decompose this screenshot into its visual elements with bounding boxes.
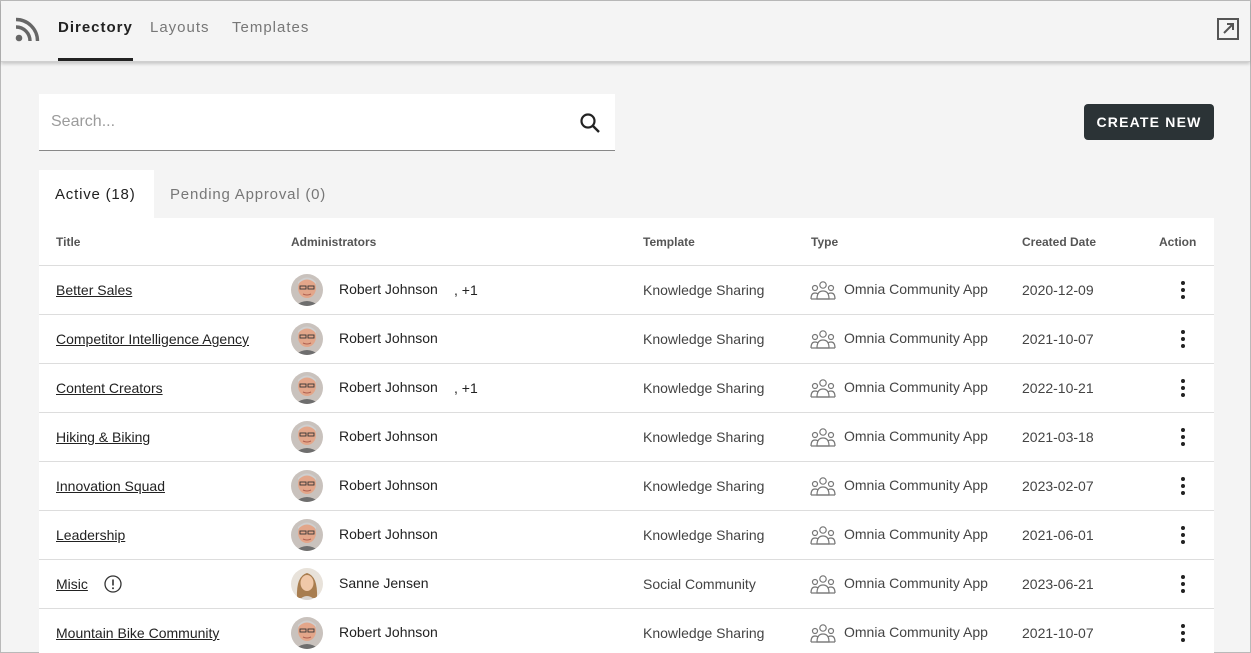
community-group-icon xyxy=(810,476,836,498)
community-table: Title Administrators Template Type Creat… xyxy=(39,218,1214,653)
open-in-new-icon[interactable] xyxy=(1216,17,1240,41)
more-vert-icon[interactable] xyxy=(1175,623,1191,643)
search-input[interactable] xyxy=(51,111,571,133)
header-administrators: Administrators xyxy=(291,235,377,249)
more-vert-icon[interactable] xyxy=(1175,476,1191,496)
administrator-name[interactable]: Robert Johnson xyxy=(339,526,438,542)
table-row: Mountain Bike Community Robert Johnson K… xyxy=(39,609,1214,653)
warning-icon[interactable] xyxy=(104,575,122,593)
template-name: Knowledge Sharing xyxy=(643,527,765,543)
created-date: 2023-06-21 xyxy=(1022,576,1094,592)
table-row: Better Sales Robert Johnson , +1 Knowled… xyxy=(39,266,1214,315)
created-date: 2021-06-01 xyxy=(1022,527,1094,543)
type-name: Omnia Community App xyxy=(844,281,988,297)
avatar[interactable] xyxy=(291,519,323,551)
tab-templates[interactable]: Templates xyxy=(232,19,309,61)
community-group-icon xyxy=(810,427,836,449)
type-name: Omnia Community App xyxy=(844,624,988,640)
community-group-icon xyxy=(810,378,836,400)
community-title-link[interactable]: Innovation Squad xyxy=(56,478,165,494)
more-vert-icon[interactable] xyxy=(1175,574,1191,594)
type-name: Omnia Community App xyxy=(844,477,988,493)
avatar[interactable] xyxy=(291,274,323,306)
type-name: Omnia Community App xyxy=(844,330,988,346)
avatar[interactable] xyxy=(291,617,323,649)
template-name: Knowledge Sharing xyxy=(643,429,765,445)
table-row: Competitor Intelligence Agency Robert Jo… xyxy=(39,315,1214,364)
more-vert-icon[interactable] xyxy=(1175,427,1191,447)
administrator-name[interactable]: Robert Johnson xyxy=(339,477,438,493)
type-name: Omnia Community App xyxy=(844,526,988,542)
created-date: 2021-10-07 xyxy=(1022,625,1094,641)
table-row: Hiking & Biking Robert Johnson Knowledge… xyxy=(39,413,1214,462)
community-title-link[interactable]: Content Creators xyxy=(56,380,163,396)
community-title-link[interactable]: Mountain Bike Community xyxy=(56,625,219,641)
search-icon[interactable] xyxy=(579,112,601,134)
template-name: Knowledge Sharing xyxy=(643,625,765,641)
community-title-link[interactable]: Competitor Intelligence Agency xyxy=(56,331,249,347)
header-template[interactable]: Template xyxy=(643,235,695,249)
community-title-link[interactable]: Better Sales xyxy=(56,282,132,298)
template-name: Knowledge Sharing xyxy=(643,478,765,494)
avatar[interactable] xyxy=(291,372,323,404)
header-action: Action xyxy=(1159,235,1197,249)
more-vert-icon[interactable] xyxy=(1175,525,1191,545)
avatar[interactable] xyxy=(291,470,323,502)
administrator-name[interactable]: Robert Johnson xyxy=(339,379,438,395)
table-row: Content Creators Robert Johnson , +1 Kno… xyxy=(39,364,1214,413)
tab-layouts[interactable]: Layouts xyxy=(150,19,210,61)
type-name: Omnia Community App xyxy=(844,575,988,591)
administrator-extra-count[interactable]: , +1 xyxy=(454,380,478,396)
tab-pending-approval[interactable]: Pending Approval (0) xyxy=(154,170,342,218)
community-group-icon xyxy=(810,280,836,302)
rss-feed-icon xyxy=(15,17,40,42)
top-nav-bar: Directory Layouts Templates xyxy=(1,1,1250,62)
community-group-icon xyxy=(810,525,836,547)
administrator-name[interactable]: Robert Johnson xyxy=(339,624,438,640)
created-date: 2023-02-07 xyxy=(1022,478,1094,494)
header-type[interactable]: Type xyxy=(811,235,838,249)
more-vert-icon[interactable] xyxy=(1175,280,1191,300)
community-title-link[interactable]: Hiking & Biking xyxy=(56,429,150,445)
header-title[interactable]: Title xyxy=(56,235,80,249)
template-name: Knowledge Sharing xyxy=(643,380,765,396)
search-box xyxy=(39,94,615,151)
type-name: Omnia Community App xyxy=(844,379,988,395)
created-date: 2021-10-07 xyxy=(1022,331,1094,347)
more-vert-icon[interactable] xyxy=(1175,378,1191,398)
tab-directory[interactable]: Directory xyxy=(58,19,133,61)
template-name: Knowledge Sharing xyxy=(643,331,765,347)
table-row: Misic Sanne Jensen Social Community Omni… xyxy=(39,560,1214,609)
type-name: Omnia Community App xyxy=(844,428,988,444)
table-header: Title Administrators Template Type Creat… xyxy=(39,218,1214,266)
table-row: Innovation Squad Robert Johnson Knowledg… xyxy=(39,462,1214,511)
created-date: 2021-03-18 xyxy=(1022,429,1094,445)
table-row: Leadership Robert Johnson Knowledge Shar… xyxy=(39,511,1214,560)
more-vert-icon[interactable] xyxy=(1175,329,1191,349)
community-group-icon xyxy=(810,574,836,596)
community-title-link[interactable]: Misic xyxy=(56,576,88,592)
created-date: 2020-12-09 xyxy=(1022,282,1094,298)
administrator-name[interactable]: Robert Johnson xyxy=(339,281,438,297)
table-body: Better Sales Robert Johnson , +1 Knowled… xyxy=(39,266,1214,653)
template-name: Knowledge Sharing xyxy=(643,282,765,298)
administrator-name[interactable]: Sanne Jensen xyxy=(339,575,429,591)
avatar[interactable] xyxy=(291,421,323,453)
created-date: 2022-10-21 xyxy=(1022,380,1094,396)
community-title-link[interactable]: Leadership xyxy=(56,527,125,543)
avatar[interactable] xyxy=(291,323,323,355)
administrator-extra-count[interactable]: , +1 xyxy=(454,282,478,298)
tab-active[interactable]: Active (18) xyxy=(39,170,154,218)
avatar[interactable] xyxy=(291,568,323,600)
administrator-name[interactable]: Robert Johnson xyxy=(339,428,438,444)
community-group-icon xyxy=(810,329,836,351)
header-created-date[interactable]: Created Date xyxy=(1022,235,1096,249)
administrator-name[interactable]: Robert Johnson xyxy=(339,330,438,346)
community-group-icon xyxy=(810,623,836,645)
create-new-button[interactable]: CREATE NEW xyxy=(1084,104,1214,140)
template-name: Social Community xyxy=(643,576,756,592)
